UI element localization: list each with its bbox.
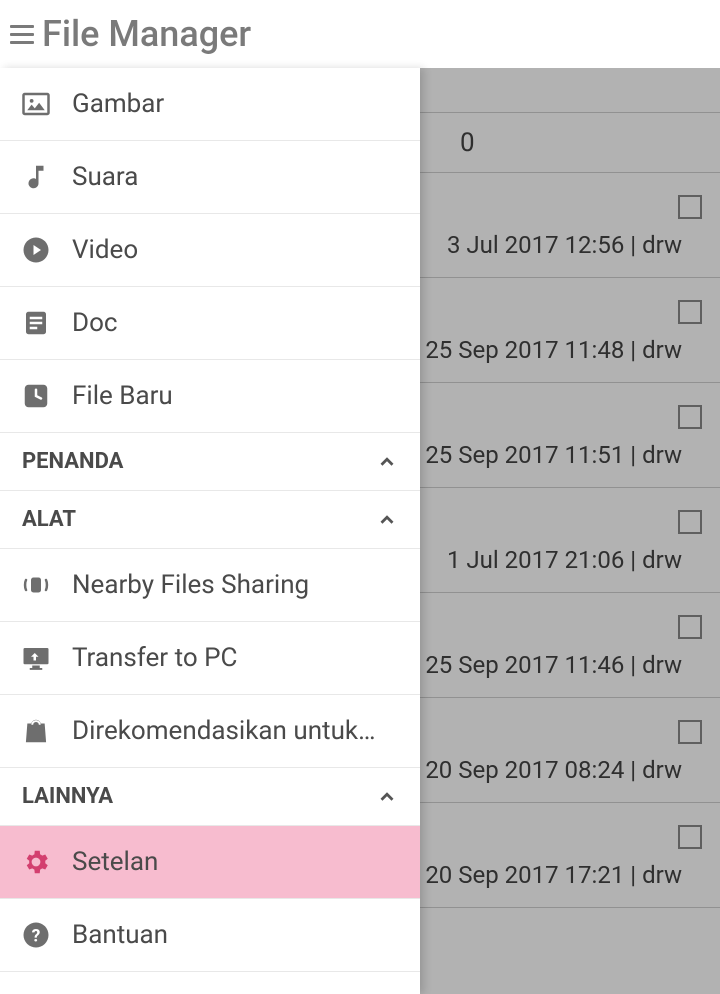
- clock-icon: [20, 380, 52, 412]
- section-label: LAINNYA: [22, 784, 113, 809]
- monitor-icon: [20, 642, 52, 674]
- navigation-drawer: Gambar Suara Video Doc File Baru: [0, 68, 420, 994]
- menu-label: Bantuan: [72, 920, 400, 950]
- menu-label: Transfer to PC: [72, 643, 400, 673]
- menu-label: Suara: [72, 162, 400, 192]
- section-header-lainnya[interactable]: LAINNYA: [0, 768, 420, 826]
- menu-item-transfer[interactable]: Transfer to PC: [0, 622, 420, 695]
- menu-item-suara[interactable]: Suara: [0, 141, 420, 214]
- document-icon: [20, 307, 52, 339]
- music-icon: [20, 161, 52, 193]
- menu-item-file-baru[interactable]: File Baru: [0, 360, 420, 433]
- chevron-up-icon: [376, 786, 398, 808]
- app-title: File Manager: [42, 13, 251, 55]
- menu-item-gambar[interactable]: Gambar: [0, 68, 420, 141]
- menu-item-rekomendasi[interactable]: Direkomendasikan untuk…: [0, 695, 420, 768]
- menu-label: Direkomendasikan untuk…: [72, 716, 400, 746]
- section-header-alat[interactable]: ALAT: [0, 491, 420, 549]
- menu-label: Gambar: [72, 89, 400, 119]
- menu-label: Doc: [72, 308, 400, 338]
- play-icon: [20, 234, 52, 266]
- section-header-penanda[interactable]: PENANDA: [0, 433, 420, 491]
- menu-label: File Baru: [72, 381, 400, 411]
- menu-item-doc[interactable]: Doc: [0, 287, 420, 360]
- menu-item-setelan[interactable]: Setelan: [0, 826, 420, 899]
- menu-label: Video: [72, 235, 400, 265]
- chevron-up-icon: [376, 509, 398, 531]
- app-header: File Manager: [0, 0, 720, 68]
- menu-label: Setelan: [72, 847, 400, 877]
- menu-item-video[interactable]: Video: [0, 214, 420, 287]
- image-icon: [20, 88, 52, 120]
- chevron-up-icon: [376, 451, 398, 473]
- nearby-share-icon: [20, 569, 52, 601]
- section-label: ALAT: [22, 507, 76, 532]
- menu-label: Nearby Files Sharing: [72, 570, 400, 600]
- help-icon: ?: [20, 919, 52, 951]
- shopping-bag-icon: [20, 715, 52, 747]
- section-label: PENANDA: [22, 449, 123, 474]
- svg-text:?: ?: [32, 926, 41, 946]
- hamburger-icon[interactable]: [10, 22, 34, 46]
- gear-icon: [20, 846, 52, 878]
- menu-item-bantuan[interactable]: ? Bantuan: [0, 899, 420, 972]
- menu-item-nearby[interactable]: Nearby Files Sharing: [0, 549, 420, 622]
